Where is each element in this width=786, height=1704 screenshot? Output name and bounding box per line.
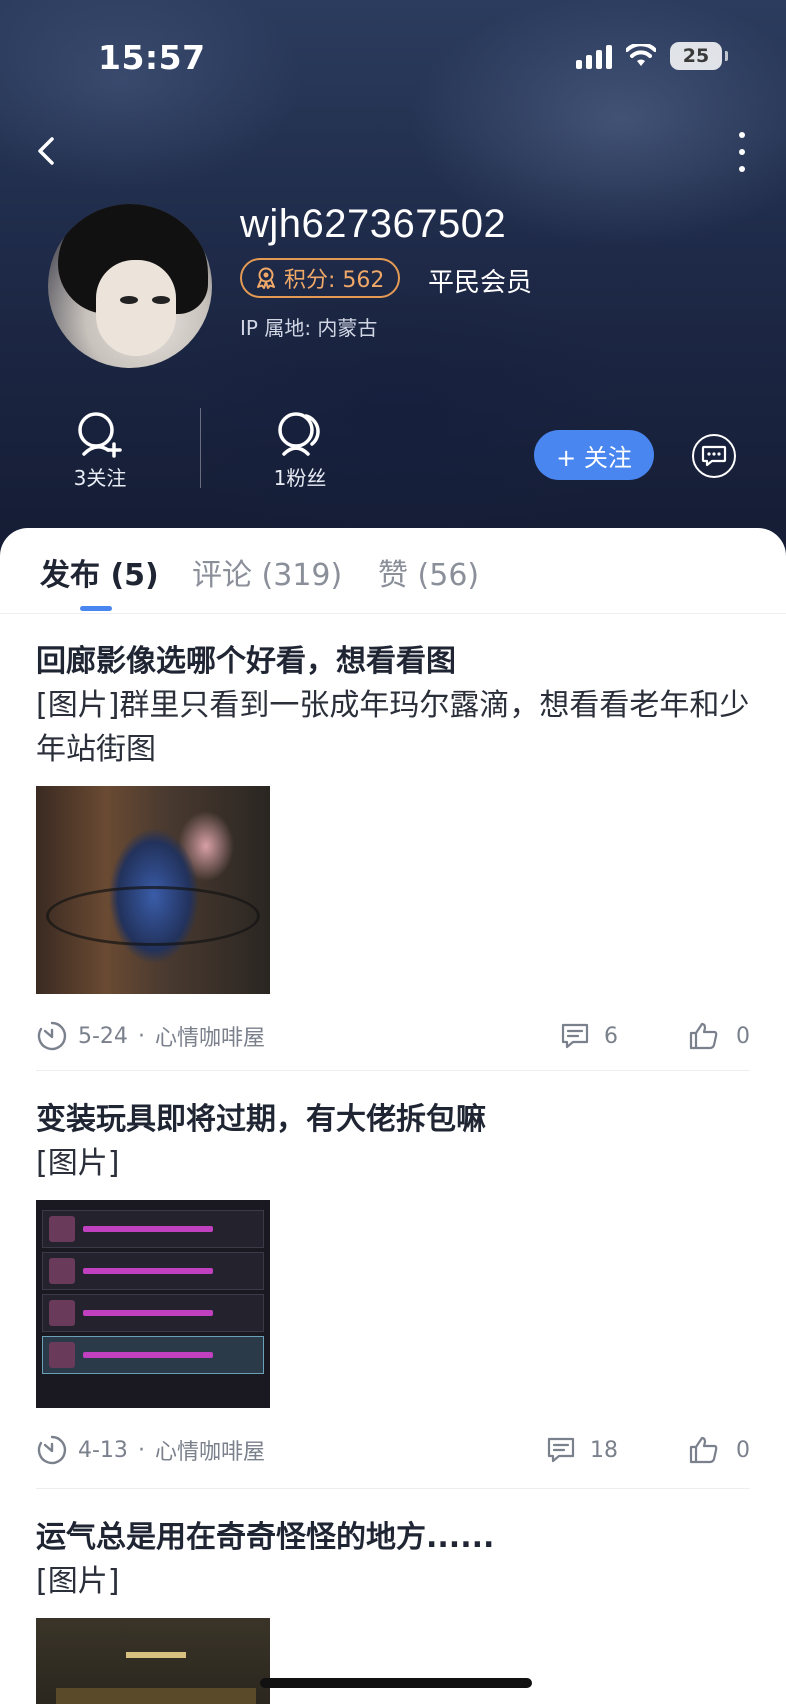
thumbs-up-icon — [689, 1436, 718, 1464]
more-options-button[interactable] — [734, 132, 750, 172]
meta-separator: · — [137, 1437, 145, 1463]
avatar[interactable] — [48, 204, 212, 368]
stat-divider — [200, 408, 201, 488]
status-icons: 25 — [576, 42, 728, 70]
post-item[interactable]: 变装玩具即将过期，有大佬拆包嘛 [图片] 4-13 · 心情咖啡屋 18 0 — [36, 1098, 750, 1468]
signal-icon — [576, 43, 612, 69]
tab-bar: 发布 (5) 评论 (319) 赞 (56) — [0, 528, 786, 614]
post-image[interactable] — [36, 1618, 270, 1704]
post-meta: 5-24 · 心情咖啡屋 6 0 — [36, 1018, 750, 1054]
wifi-icon — [626, 44, 656, 66]
tab-active-indicator — [80, 606, 112, 611]
home-indicator[interactable] — [260, 1678, 532, 1688]
clock-icon — [37, 1435, 67, 1465]
chat-icon — [701, 445, 727, 467]
following-stat[interactable]: 3关注 — [40, 412, 160, 491]
post-body: [图片] — [36, 1564, 120, 1599]
followers-stat[interactable]: 1粉丝 — [240, 412, 360, 491]
comment-icon — [547, 1437, 575, 1463]
post-board[interactable]: 心情咖啡屋 — [155, 1020, 265, 1052]
like-count-value: 0 — [736, 1023, 750, 1049]
chevron-left-icon — [38, 137, 54, 165]
like-count[interactable]: 0 — [688, 1021, 750, 1051]
status-time: 15:57 — [98, 38, 206, 77]
points-badge[interactable]: 积分: 562 — [240, 258, 401, 298]
post-date: 5-24 — [78, 1023, 128, 1049]
username: wjh627367502 — [240, 202, 507, 246]
post-body: [图片] — [36, 1146, 120, 1181]
post-board[interactable]: 心情咖啡屋 — [155, 1434, 265, 1466]
medal-icon — [257, 267, 275, 289]
following-label: 3关注 — [73, 466, 127, 490]
ip-location: IP 属地: 内蒙古 — [240, 316, 378, 340]
like-count-value: 0 — [736, 1437, 750, 1463]
post-item[interactable]: 运气总是用在奇奇怪怪的地方...... [图片] — [36, 1516, 750, 1704]
like-count[interactable]: 0 — [688, 1435, 750, 1465]
comment-count-value: 18 — [590, 1437, 618, 1463]
followers-label: 1粉丝 — [273, 466, 327, 490]
user-plus-icon — [78, 412, 122, 458]
post-title: 变装玩具即将过期，有大佬拆包嘛 — [36, 1102, 486, 1137]
tab-comments[interactable]: 评论 (319) — [192, 550, 342, 594]
back-button[interactable] — [36, 134, 64, 168]
content-sheet: 发布 (5) 评论 (319) 赞 (56) 回廊影像选哪个好看，想看看图 [图… — [0, 528, 786, 1704]
tab-posts[interactable]: 发布 (5) — [40, 550, 159, 594]
post-date: 4-13 — [78, 1437, 128, 1463]
post-divider — [36, 1070, 750, 1071]
tab-likes[interactable]: 赞 (56) — [378, 550, 479, 594]
post-body: [图片]群里只看到一张成年玛尔露滴，想看看老年和少年站街图 — [36, 688, 750, 767]
battery-icon: 25 — [670, 42, 728, 70]
post-title: 回廊影像选哪个好看，想看看图 — [36, 644, 456, 679]
post-divider — [36, 1488, 750, 1489]
comment-icon — [561, 1023, 589, 1049]
member-level: 平民会员 — [428, 268, 533, 298]
post-title: 运气总是用在奇奇怪怪的地方...... — [36, 1520, 495, 1555]
post-meta: 4-13 · 心情咖啡屋 18 0 — [36, 1432, 750, 1468]
thumbs-up-icon — [689, 1022, 718, 1050]
comment-count-value: 6 — [604, 1023, 618, 1049]
comment-count[interactable]: 6 — [560, 1022, 618, 1050]
follow-button[interactable]: + 关注 — [534, 430, 654, 480]
meta-separator: · — [137, 1023, 145, 1049]
clock-icon — [37, 1021, 67, 1051]
comment-count[interactable]: 18 — [546, 1436, 618, 1464]
points-label: 积分: 562 — [284, 268, 385, 293]
post-image[interactable] — [36, 1200, 270, 1408]
message-button[interactable] — [692, 434, 736, 478]
post-item[interactable]: 回廊影像选哪个好看，想看看图 [图片]群里只看到一张成年玛尔露滴，想看看老年和少… — [36, 640, 750, 1054]
users-icon — [278, 412, 320, 456]
post-image[interactable] — [36, 786, 270, 994]
